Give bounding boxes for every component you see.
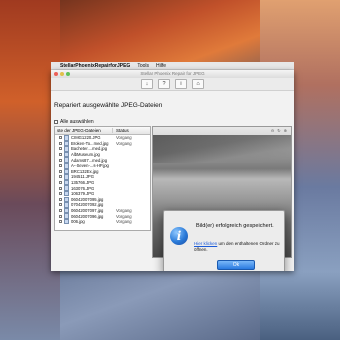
menu-tools[interactable]: Tools bbox=[137, 63, 149, 69]
ok-button[interactable]: Ok bbox=[217, 260, 255, 270]
file-name: 106379.JPG bbox=[71, 191, 95, 197]
close-button[interactable] bbox=[54, 72, 58, 76]
zoom-in-icon[interactable]: ⊕ bbox=[284, 128, 287, 133]
minimize-button[interactable] bbox=[60, 72, 64, 76]
open-folder-link[interactable]: Hier klicken bbox=[194, 241, 217, 246]
success-dialog: i Bild(er) erfolgreich gespeichert. Hier… bbox=[163, 210, 285, 271]
toolbar: ↓ ? i ⌂ bbox=[51, 78, 294, 91]
file-status: Vorgang bbox=[116, 219, 132, 225]
file-name: A--Seven-...s-HP.jpg bbox=[71, 163, 109, 169]
file-name: 07042007092.jpg bbox=[71, 202, 104, 208]
file-list-header: ste der JPEG-Dateien Status bbox=[55, 127, 150, 135]
file-checkbox[interactable] bbox=[59, 136, 62, 140]
file-name: 06042007095.jpg bbox=[71, 196, 104, 202]
file-checkbox[interactable] bbox=[59, 181, 62, 185]
help-button[interactable]: ? bbox=[158, 79, 170, 89]
file-icon bbox=[64, 218, 69, 225]
file-checkbox[interactable] bbox=[59, 175, 62, 179]
file-status: Vorgang bbox=[116, 140, 132, 146]
file-name: Adams87...med.jpg bbox=[71, 157, 108, 163]
app-window: Stellar Phoenix Repair for JPEG ↓ ? i ⌂ … bbox=[51, 70, 294, 271]
download-button[interactable]: ↓ bbox=[141, 79, 153, 89]
file-checkbox[interactable] bbox=[59, 141, 62, 145]
select-all-label: Alle auswählen bbox=[60, 119, 94, 125]
rotate-icon[interactable]: ↻ bbox=[277, 128, 280, 133]
file-checkbox[interactable] bbox=[59, 220, 62, 224]
file-status: Vorgang bbox=[116, 135, 132, 141]
list-item[interactable]: 006.jpg Vorgang bbox=[55, 218, 150, 225]
home-button[interactable]: ⌂ bbox=[192, 79, 204, 89]
file-name: 06042007096.jpg bbox=[71, 213, 104, 219]
file-name: AlbMuseum.jpg bbox=[71, 152, 100, 158]
dialog-link-text: Hier klicken um den enthaltenen Ordner z… bbox=[194, 241, 280, 252]
file-status: Vorgang bbox=[116, 208, 132, 214]
file-checkbox[interactable] bbox=[59, 214, 62, 218]
dialog-message: Bild(er) erfolgreich gespeichert. bbox=[196, 223, 274, 229]
select-all-row[interactable]: Alle auswählen bbox=[54, 119, 94, 125]
file-name: 006.jpg bbox=[71, 219, 85, 225]
page-title: Repariert ausgewählte JPEG-Dateien bbox=[54, 102, 163, 109]
column-header-status[interactable]: Status bbox=[113, 128, 129, 133]
file-name: 163076.JPG bbox=[71, 185, 95, 191]
file-name-cell: 006.jpg bbox=[55, 218, 113, 225]
file-checkbox[interactable] bbox=[59, 169, 62, 173]
file-status: Vorgang bbox=[116, 213, 132, 219]
title-bar: Stellar Phoenix Repair for JPEG bbox=[51, 70, 294, 78]
info-button[interactable]: i bbox=[175, 79, 187, 89]
file-checkbox[interactable] bbox=[59, 197, 62, 201]
preview-tools: ⊖ ↻ ⊕ bbox=[271, 128, 287, 133]
file-checkbox[interactable] bbox=[59, 164, 62, 168]
file-checkbox[interactable] bbox=[59, 209, 62, 213]
window-controls bbox=[54, 72, 70, 76]
file-name: Bacheter....med.jpg bbox=[71, 146, 108, 152]
file-checkbox[interactable] bbox=[59, 158, 62, 162]
file-checkbox[interactable] bbox=[59, 203, 62, 207]
column-header-name[interactable]: ste der JPEG-Dateien bbox=[55, 128, 113, 133]
menu-bar: StellarPhoenixRepairforJPEG Tools Hilfe bbox=[51, 62, 294, 70]
menu-help[interactable]: Hilfe bbox=[156, 63, 166, 69]
menu-app-name[interactable]: StellarPhoenixRepairforJPEG bbox=[60, 63, 130, 69]
zoom-button[interactable] bbox=[66, 72, 70, 76]
info-icon: i bbox=[170, 227, 188, 245]
file-checkbox[interactable] bbox=[59, 147, 62, 151]
file-name: 06042007097.jpg bbox=[71, 208, 104, 214]
file-checkbox[interactable] bbox=[59, 153, 62, 157]
select-all-checkbox[interactable] bbox=[54, 120, 58, 124]
file-name: 194511.JPG bbox=[71, 174, 94, 180]
zoom-out-icon[interactable]: ⊖ bbox=[271, 128, 274, 133]
file-checkbox[interactable] bbox=[59, 186, 62, 190]
file-name: Broken-To...med.jpg bbox=[71, 140, 109, 146]
file-name: BRC132Ex.jpg bbox=[71, 168, 99, 174]
file-list[interactable]: ste der JPEG-Dateien Status CIMG1220.JPG… bbox=[54, 126, 151, 231]
file-checkbox[interactable] bbox=[59, 192, 62, 196]
file-name: 135766.JPG bbox=[71, 180, 95, 186]
file-name: CIMG1220.JPG bbox=[71, 135, 101, 141]
window-title: Stellar Phoenix Repair for JPEG bbox=[140, 71, 205, 76]
preview-image bbox=[153, 135, 291, 163]
